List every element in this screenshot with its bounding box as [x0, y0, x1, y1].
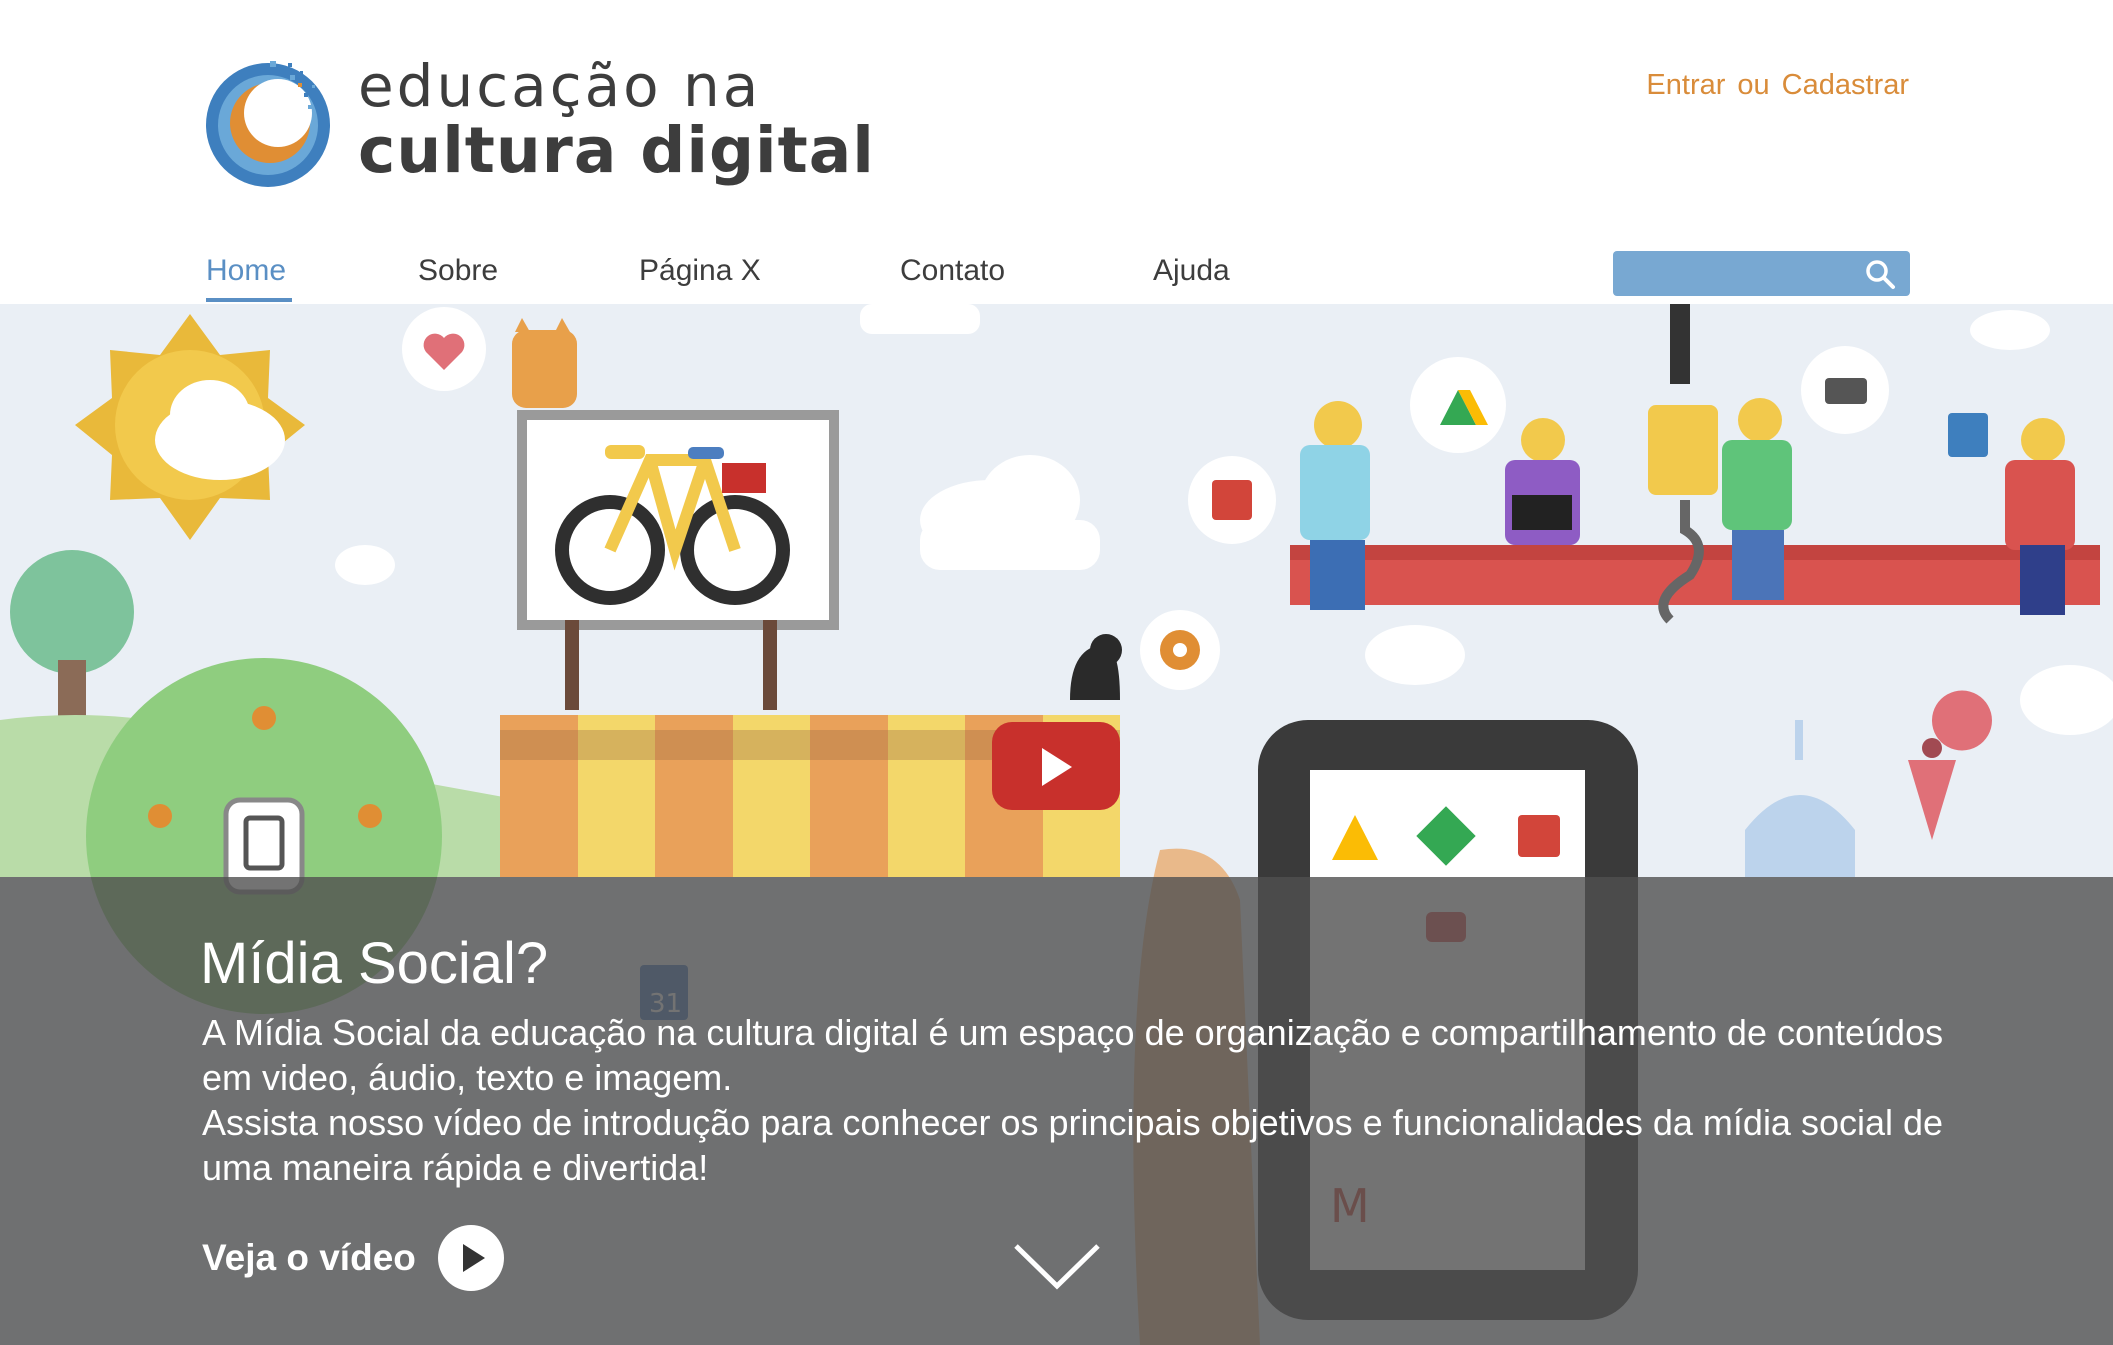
search-input[interactable]	[1625, 257, 1855, 289]
google-plus-icon	[1518, 815, 1560, 857]
nav-item-sobre[interactable]: Sobre	[418, 254, 498, 288]
search-icon[interactable]	[1864, 258, 1896, 290]
register-link[interactable]: Cadastrar	[1782, 69, 1909, 101]
brand-name[interactable]: educação na cultura digital	[358, 54, 875, 184]
nav-item-pagina-x[interactable]: Página X	[639, 254, 761, 288]
hero-description: A Mídia Social da educação na cultura di…	[202, 1010, 1962, 1190]
search-box	[1613, 251, 1910, 296]
brand-line-1: educação na	[358, 52, 762, 120]
tree-icon	[10, 550, 134, 674]
auth-links: Entrar ou Cadastrar	[1646, 69, 1909, 102]
login-link[interactable]: Entrar	[1646, 69, 1725, 101]
chevron-down-icon[interactable]	[1012, 1240, 1102, 1292]
search-icon	[1948, 413, 1988, 457]
logo-icon[interactable]	[200, 55, 340, 190]
hero-title: Mídia Social?	[200, 931, 549, 996]
nav-item-home[interactable]: Home	[206, 254, 293, 302]
cloud-icon	[920, 455, 1100, 570]
building-icon	[1745, 795, 1855, 877]
worker-icon	[1722, 398, 1792, 600]
sun-icon	[75, 314, 305, 540]
auth-separator: ou	[1737, 69, 1770, 101]
map-pin-icon	[1932, 690, 1992, 751]
worker-icon	[1300, 401, 1370, 610]
hero-paragraph-1: A Mídia Social da educação na cultura di…	[202, 1012, 1944, 1098]
site-header: educação na cultura digital Entrar ou Cada…	[0, 0, 2113, 304]
watch-video-label: Veja o vídeo	[202, 1237, 416, 1278]
brand-line-2: cultura digital	[358, 114, 875, 187]
nav-item-ajuda[interactable]: Ajuda	[1153, 254, 1230, 288]
worker-icon	[1505, 418, 1580, 545]
hero-paragraph-2: Assista nosso vídeo de introdução para c…	[202, 1102, 1944, 1188]
cat-icon	[512, 330, 577, 408]
play-icon[interactable]	[437, 1225, 504, 1291]
nav-item-contato[interactable]: Contato	[900, 254, 1005, 288]
watch-video-button[interactable]: Veja o vídeo	[202, 1225, 504, 1291]
